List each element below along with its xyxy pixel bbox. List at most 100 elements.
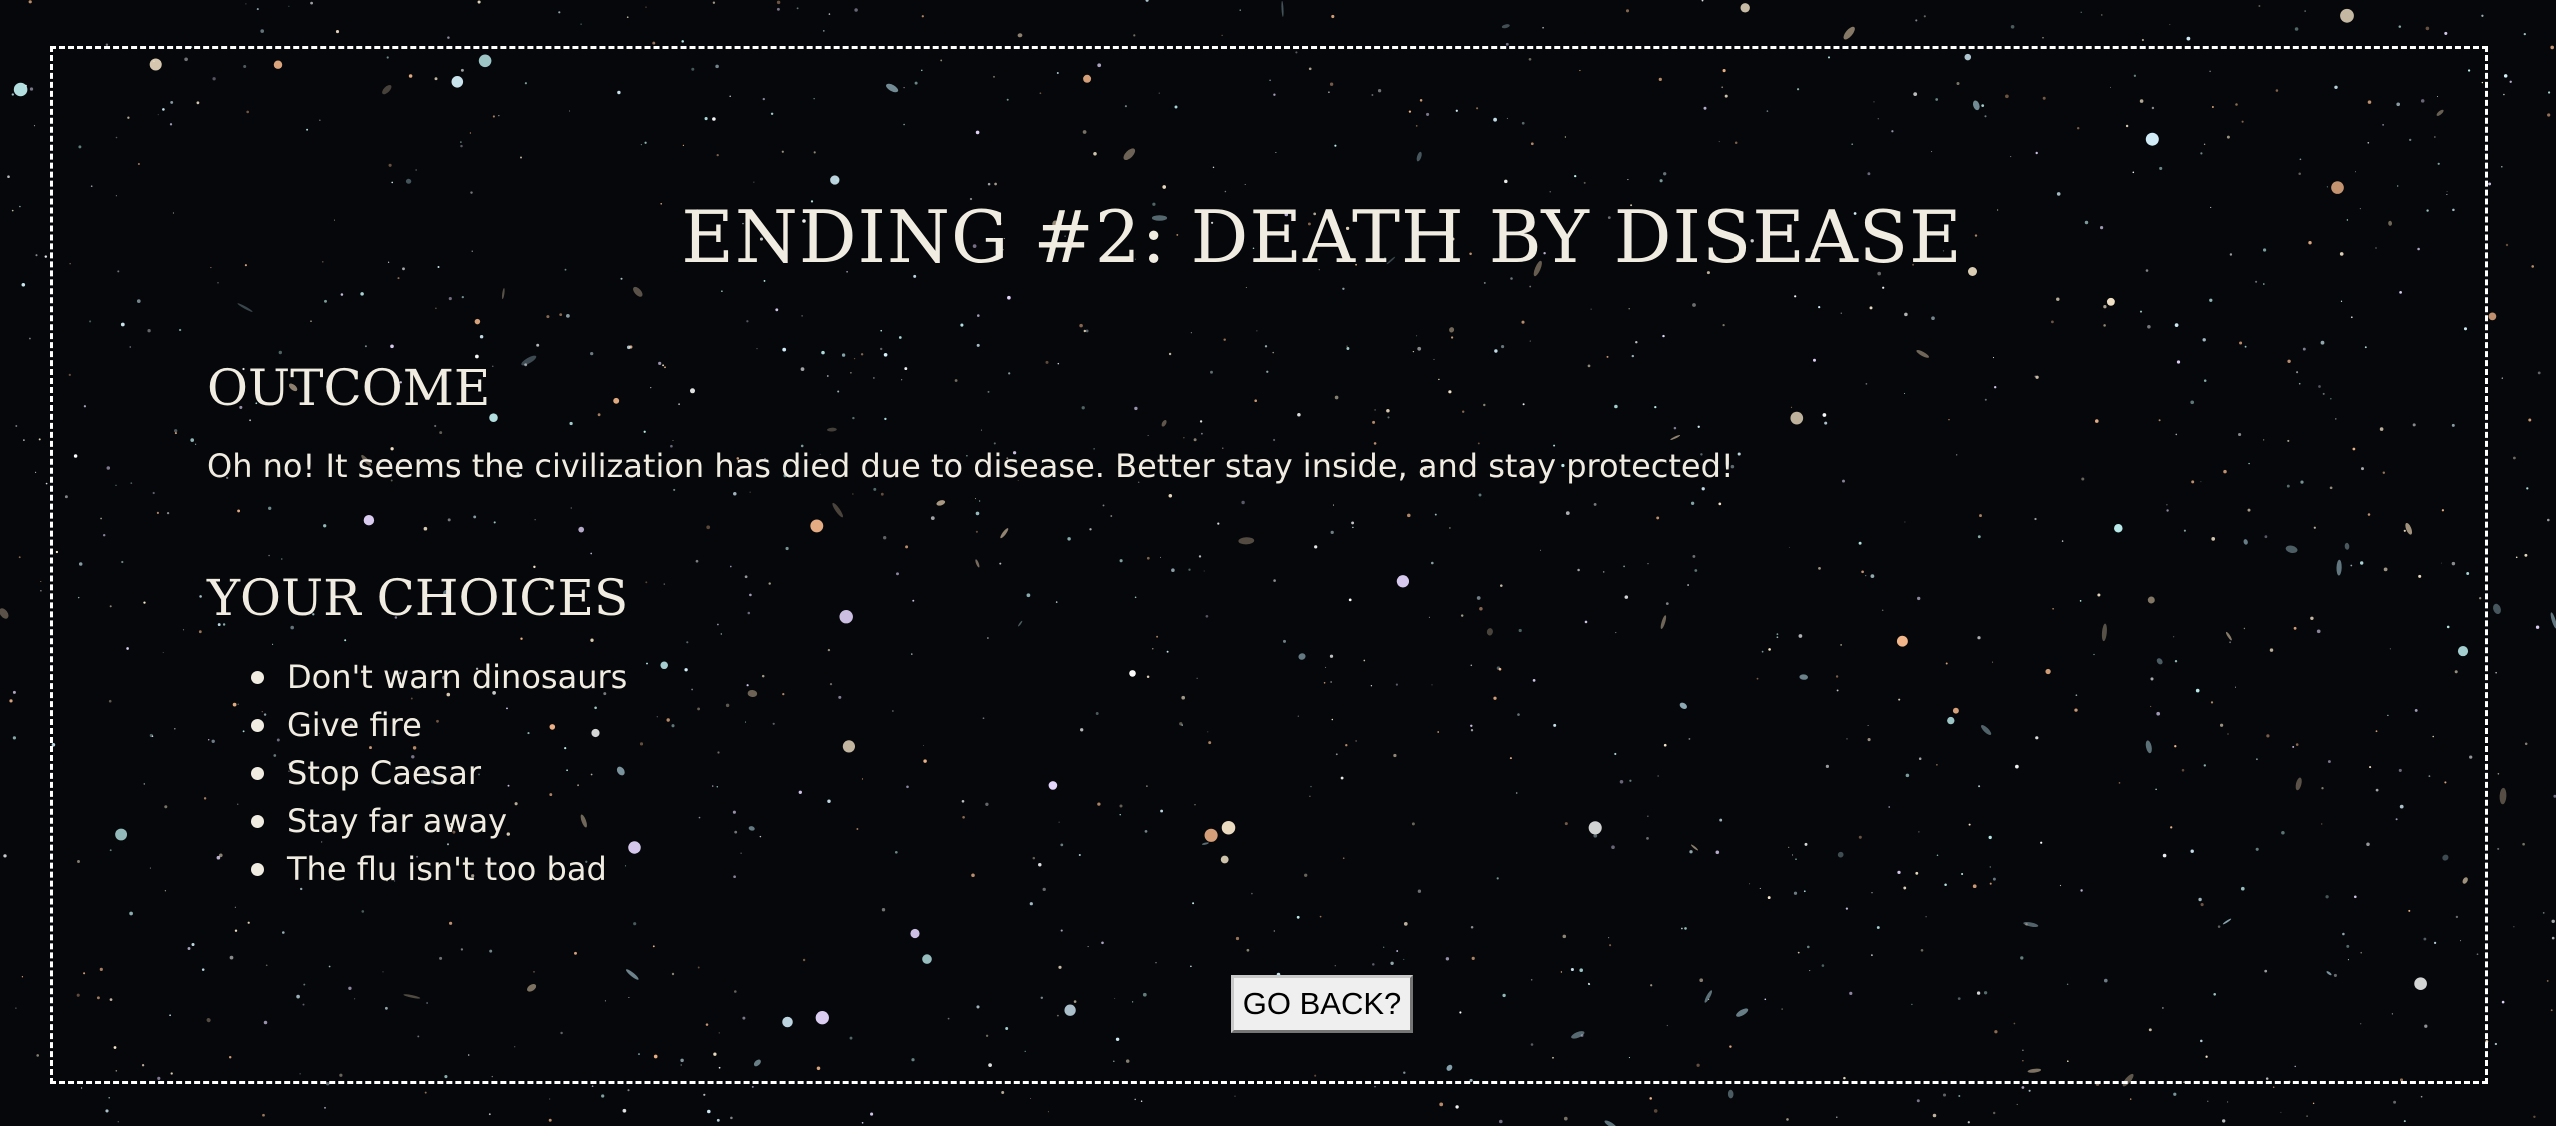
star (335, 30, 340, 34)
star (2551, 919, 2555, 924)
star (2505, 243, 2509, 247)
star (2393, 1100, 2397, 1104)
star (324, 1106, 326, 1109)
star (1047, 1111, 1049, 1113)
star (776, 7, 780, 11)
star (11, 209, 14, 212)
outcome-text: Oh no! It seems the civilization has die… (207, 447, 1734, 485)
star (2173, 1092, 2177, 1096)
bullet-icon (251, 815, 264, 828)
star (424, 1091, 427, 1094)
star (1916, 1099, 1920, 1103)
star (108, 1096, 110, 1099)
star (1958, 1095, 1961, 1097)
bullet-icon (251, 863, 264, 876)
star (1649, 1097, 1652, 1100)
star (2016, 1103, 2018, 1106)
star (1134, 1098, 1136, 1101)
star (822, 30, 825, 32)
star (1932, 1113, 1937, 1118)
star (1030, 1097, 1032, 1100)
star (2304, 10, 2306, 12)
star (2537, 371, 2541, 375)
star (2294, 27, 2299, 31)
star (2550, 1009, 2553, 1012)
star (2524, 742, 2528, 746)
star (2028, 1089, 2031, 1092)
choice-item: The flu isn't too bad (207, 845, 627, 893)
star (2551, 936, 2555, 940)
star (1001, 1091, 1005, 1094)
star (1234, 1095, 1236, 1097)
star (488, 1113, 491, 1116)
star (2509, 80, 2512, 84)
star (245, 3, 247, 5)
star (2021, 1086, 2025, 1089)
star (2306, 1115, 2308, 1117)
star (751, 1085, 754, 1088)
star (2042, 37, 2044, 39)
star (2542, 912, 2545, 914)
star (260, 29, 265, 33)
star (15, 1007, 17, 1009)
go-back-button[interactable]: GO BACK? (1231, 975, 1413, 1033)
star (2533, 1115, 2536, 1119)
star (2503, 93, 2505, 96)
star (622, 1108, 627, 1113)
star (256, 8, 259, 11)
star (2522, 842, 2525, 846)
star (2531, 265, 2535, 268)
star (548, 1118, 552, 1122)
star (703, 1093, 706, 1096)
star (558, 11, 561, 14)
star (1140, 1100, 1143, 1103)
bright-star (2340, 8, 2354, 23)
star (854, 8, 858, 12)
star (21, 283, 26, 287)
star (44, 255, 48, 258)
star (2497, 847, 2500, 850)
bullet-icon (251, 767, 264, 780)
star (1942, 1093, 1947, 1097)
choice-label: Stop Caesar (287, 754, 481, 792)
star (1836, 1116, 1838, 1118)
star (2186, 36, 2191, 41)
choice-item: Stop Caesar (207, 749, 627, 797)
star (716, 1118, 720, 1122)
star (19, 205, 21, 208)
star (707, 1109, 711, 1114)
ending-panel: ENDING #2: DEATH BY DISEASE OUTCOME Oh n… (50, 46, 2488, 1084)
star (1542, 26, 1544, 29)
star (796, 7, 799, 10)
star (1653, 1109, 1658, 1113)
choice-label: Stay far away (287, 802, 508, 840)
star (2312, 1102, 2315, 1105)
star (288, 5, 290, 7)
star (730, 1116, 733, 1120)
star (591, 1085, 594, 1087)
star (3, 854, 7, 858)
star (580, 23, 582, 25)
star (776, 0, 781, 5)
star (601, 1094, 605, 1098)
star (1625, 9, 1630, 13)
star (2169, 24, 2171, 26)
bright-star (13, 82, 28, 97)
star (11, 93, 14, 96)
star (38, 438, 41, 441)
choices-list: Don't warn dinosaurs Give fire Stop Caes… (207, 653, 627, 893)
choice-label: Give fire (287, 706, 422, 744)
star (2550, 45, 2555, 50)
star (2080, 11, 2082, 13)
star (2548, 91, 2551, 94)
star (681, 40, 684, 43)
star (626, 16, 629, 19)
star (1331, 14, 1335, 19)
star (2547, 113, 2551, 117)
star (2425, 26, 2430, 31)
bright-star (2488, 312, 2497, 321)
star (1915, 19, 1918, 22)
star (2403, 1120, 2406, 1123)
star (921, 15, 924, 18)
star (2497, 773, 2500, 775)
